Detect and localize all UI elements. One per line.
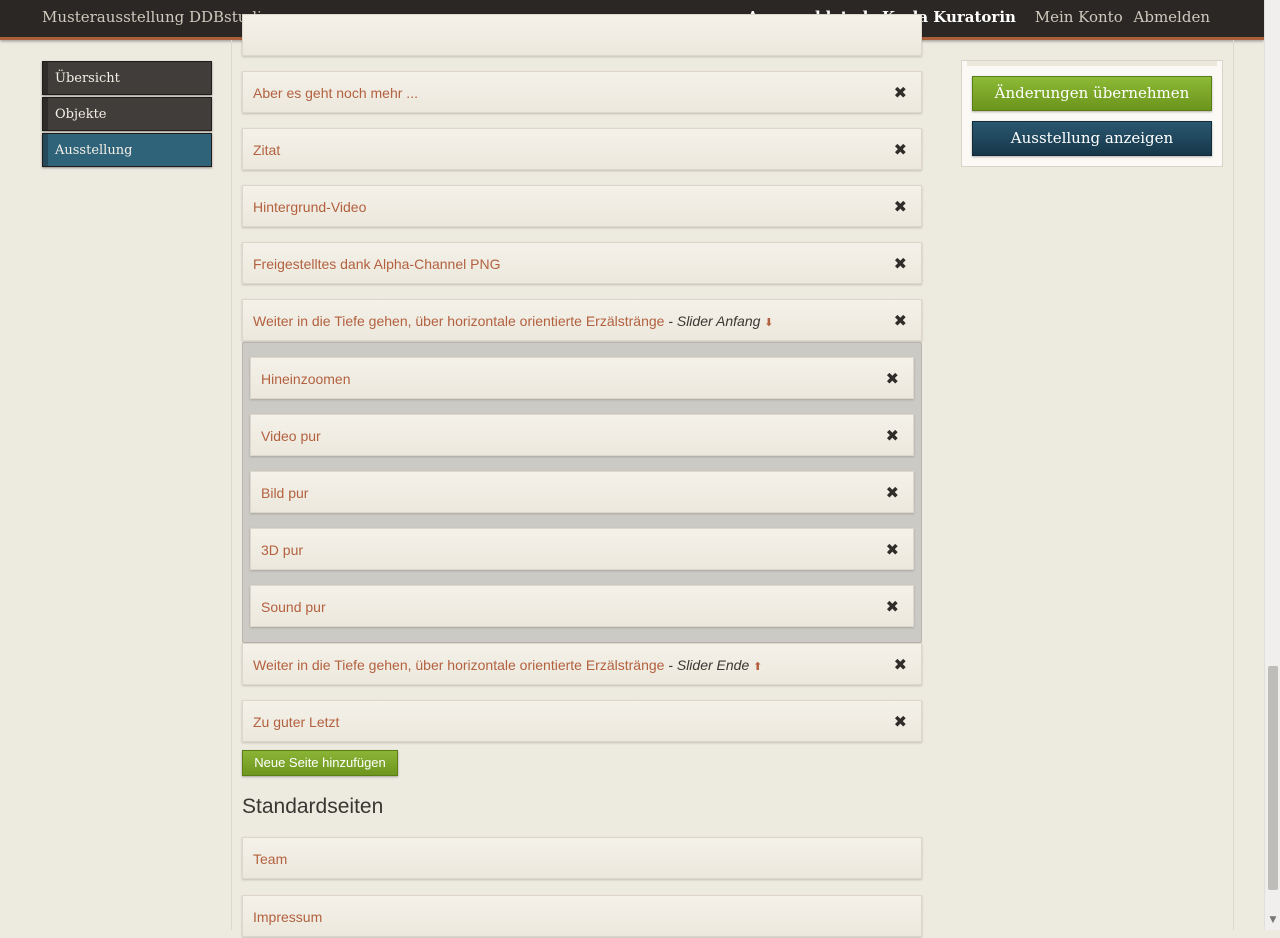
site-title[interactable]: Musterausstellung DDBstudio (42, 8, 271, 26)
add-page-button[interactable]: Neue Seite hinzufügen (242, 750, 398, 776)
remove-icon[interactable]: ✖ (894, 243, 907, 285)
sidebar-item-objects[interactable]: Objekte (42, 97, 212, 131)
page-row-clipped[interactable] (242, 14, 922, 56)
standard-page-label[interactable]: Impressum (253, 896, 322, 938)
page-row-label[interactable]: Zitat (253, 129, 280, 171)
remove-icon[interactable]: ✖ (886, 472, 899, 514)
slider-item-label[interactable]: Sound pur (261, 586, 326, 628)
page-row[interactable]: Zu guter Letzt ✖ (242, 700, 922, 742)
apply-changes-button[interactable]: Änderungen übernehmen (972, 76, 1212, 111)
slider-start-title[interactable]: Weiter in die Tiefe gehen, über horizont… (253, 313, 664, 329)
remove-icon[interactable]: ✖ (886, 586, 899, 628)
scrollbar[interactable]: ▼ (1264, 0, 1280, 930)
remove-icon[interactable]: ✖ (894, 300, 907, 342)
slider-start-note: - Slider Anfang (664, 313, 765, 329)
slider-item[interactable]: Hineinzoomen ✖ (250, 357, 914, 399)
slider-item-label[interactable]: Video pur (261, 415, 321, 457)
scrollbar-thumb[interactable] (1268, 666, 1278, 890)
remove-icon[interactable]: ✖ (894, 644, 907, 686)
slider-item-label[interactable]: 3D pur (261, 529, 303, 571)
remove-icon[interactable]: ✖ (894, 129, 907, 171)
slider-item[interactable]: Bild pur ✖ (250, 471, 914, 513)
slider-item[interactable]: Video pur ✖ (250, 414, 914, 456)
standard-page-row[interactable]: Team (242, 837, 922, 879)
slider-item-label[interactable]: Bild pur (261, 472, 308, 514)
standard-pages-title: Standardseiten (242, 795, 384, 818)
remove-icon[interactable]: ✖ (894, 72, 907, 114)
arrow-down-icon: ⬇ (764, 317, 774, 329)
logout-link[interactable]: Abmelden (1134, 8, 1210, 26)
page-row-label: Weiter in die Tiefe gehen, über horizont… (253, 300, 774, 344)
show-exhibition-button[interactable]: Ausstellung anzeigen (972, 121, 1212, 156)
standard-page-row[interactable]: Impressum (242, 895, 922, 937)
page-row[interactable]: Freigestelltes dank Alpha-Channel PNG ✖ (242, 242, 922, 284)
page-row-label: Weiter in die Tiefe gehen, über horizont… (253, 644, 762, 688)
scroll-down-arrow-icon[interactable]: ▼ (1269, 914, 1277, 926)
remove-icon[interactable]: ✖ (886, 358, 899, 400)
page-row[interactable]: Aber es geht noch mehr ... ✖ (242, 71, 922, 113)
actions-panel: Änderungen übernehmen Ausstellung anzeig… (961, 60, 1223, 167)
my-account-link[interactable]: Mein Konto (1035, 8, 1123, 26)
remove-icon[interactable]: ✖ (894, 186, 907, 228)
sidebar-nav: Übersicht Objekte Ausstellung (42, 61, 212, 169)
remove-icon[interactable]: ✖ (886, 415, 899, 457)
page-row-label[interactable]: Freigestelltes dank Alpha-Channel PNG (253, 243, 500, 285)
remove-icon[interactable]: ✖ (894, 701, 907, 743)
standard-page-label[interactable]: Team (253, 838, 287, 880)
slider-item[interactable]: Sound pur ✖ (250, 585, 914, 627)
remove-icon[interactable]: ✖ (886, 529, 899, 571)
sidebar-item-exhibition[interactable]: Ausstellung (42, 133, 212, 167)
slider-end-title[interactable]: Weiter in die Tiefe gehen, über horizont… (253, 657, 664, 673)
slider-end-note: - Slider Ende (664, 657, 754, 673)
page-row-slider-end[interactable]: Weiter in die Tiefe gehen, über horizont… (242, 643, 922, 685)
page-row[interactable]: Zitat ✖ (242, 128, 922, 170)
page-row-label[interactable]: Zu guter Letzt (253, 701, 339, 743)
page-row[interactable]: Hintergrund-Video ✖ (242, 185, 922, 227)
page-row-label[interactable]: Hintergrund-Video (253, 186, 366, 228)
slider-item[interactable]: 3D pur ✖ (250, 528, 914, 570)
sidebar-item-overview[interactable]: Übersicht (42, 61, 212, 95)
slider-item-label[interactable]: Hineinzoomen (261, 358, 351, 400)
page-row-slider-start[interactable]: Weiter in die Tiefe gehen, über horizont… (242, 299, 922, 341)
arrow-up-icon: ⬆ (753, 661, 763, 673)
page-row-label[interactable]: Aber es geht noch mehr ... (253, 72, 418, 114)
